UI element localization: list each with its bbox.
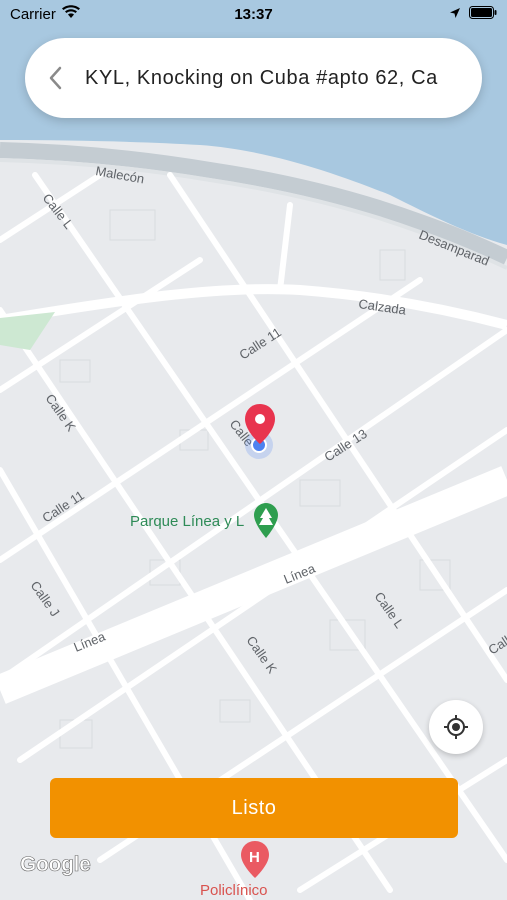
label-park: Parque Línea y L [130,513,244,530]
google-logo: Google [20,853,91,877]
wifi-icon [61,5,80,23]
my-location-button[interactable] [429,700,483,754]
location-arrow-icon [449,6,461,23]
address-text[interactable]: KYL, Knocking on Cuba #apto 62, Ca [85,67,454,90]
crosshair-icon [444,715,468,739]
battery-icon [469,5,497,23]
label-clinic: Policlínico [200,882,268,899]
status-bar: Carrier 13:37 [0,0,507,28]
clock: 13:37 [234,5,273,23]
hospital-letter-icon: H [249,849,260,866]
address-search-bar[interactable]: KYL, Knocking on Cuba #apto 62, Ca [25,38,482,118]
chevron-left-icon [49,66,62,90]
carrier-label: Carrier [10,5,56,23]
confirm-button[interactable]: Listo [50,778,458,838]
map-view[interactable]: Malecón Desamparad Calle L Calzada Calle… [0,0,507,900]
